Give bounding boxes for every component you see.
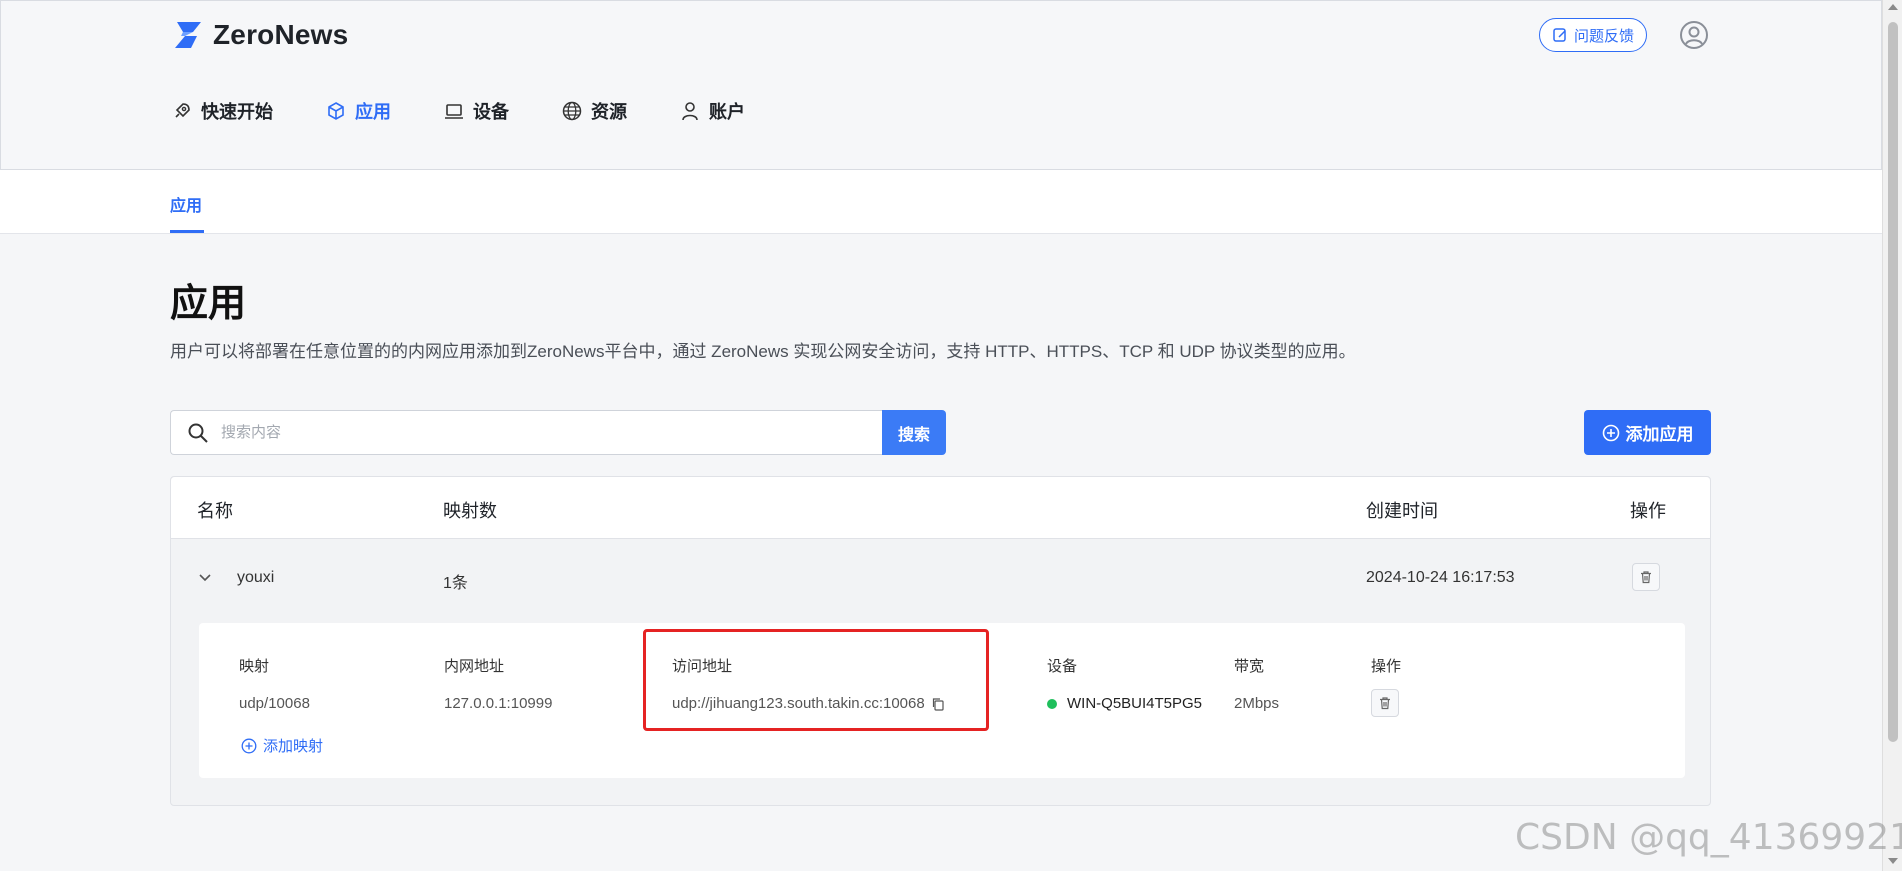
intranet-address: 127.0.0.1:10999 — [444, 695, 553, 712]
apps-table: 名称 映射数 创建时间 操作 youxi 1条 2024-10-24 16:17… — [170, 476, 1711, 806]
scroll-down-arrow-icon[interactable] — [1888, 858, 1898, 864]
add-app-label: 添加应用 — [1625, 425, 1694, 444]
tab-apps[interactable]: 应用 — [170, 192, 202, 216]
detail-col-access: 访问地址 — [672, 658, 733, 675]
detail-col-bandwidth: 带宽 — [1234, 658, 1265, 675]
detail-col-actions: 操作 — [1371, 658, 1402, 675]
nav-account[interactable]: 账户 — [679, 96, 745, 126]
nav-apps-label: 应用 — [355, 102, 391, 122]
scroll-thumb[interactable] — [1888, 22, 1898, 742]
col-actions: 操作 — [1630, 501, 1666, 521]
col-mappings[interactable]: 映射数 — [443, 497, 497, 523]
search-input[interactable] — [221, 424, 821, 441]
device-name[interactable]: WIN-Q5BUI4T5PG5 — [1067, 695, 1202, 712]
detail-col-intranet: 内网地址 — [444, 658, 505, 675]
trash-icon — [1641, 571, 1651, 584]
col-created[interactable]: 创建时间 — [1366, 497, 1438, 523]
nav-resources-label: 资源 — [591, 102, 627, 122]
app-created-time: 2024-10-24 16:17:53 — [1366, 569, 1515, 586]
csdn-watermark: CSDN @qq_41369921 — [1515, 817, 1902, 858]
detail-col-device: 设备 — [1047, 658, 1078, 675]
plus-circle-icon — [241, 738, 257, 753]
page-description: 用户可以将部署在任意位置的的内网应用添加到ZeroNews平台中，通过 Zero… — [170, 342, 1356, 361]
col-name[interactable]: 名称 — [197, 497, 233, 523]
mapping-protocol-port: udp/10068 — [239, 695, 310, 712]
user-avatar-icon[interactable] — [1679, 20, 1709, 50]
person-icon — [682, 102, 698, 121]
online-status-dot — [1047, 699, 1057, 710]
chevron-down-icon[interactable] — [197, 570, 213, 586]
nav-devices[interactable]: 设备 — [443, 96, 509, 126]
feedback-label: 问题反馈 — [1573, 27, 1634, 45]
page-title: 应用 — [170, 283, 247, 325]
rocket-icon — [175, 103, 190, 118]
tab-active-indicator — [170, 230, 204, 233]
vertical-scrollbar[interactable] — [1882, 0, 1902, 871]
bandwidth-value: 2Mbps — [1234, 695, 1280, 712]
brand-logo[interactable]: ZeroNews — [171, 19, 348, 51]
access-address-cell: udp://jihuang123.south.takin.cc:10068 — [672, 695, 945, 712]
access-address[interactable]: udp://jihuang123.south.takin.cc:10068 — [672, 695, 925, 712]
nav-devices-label: 设备 — [473, 102, 509, 122]
plus-circle-icon — [1602, 424, 1619, 441]
trash-icon — [1380, 697, 1390, 710]
mapping-detail-panel: 映射 内网地址 访问地址 设备 带宽 操作 udp/10068 127.0.0.… — [199, 623, 1685, 778]
zeronews-logo-icon — [175, 22, 201, 48]
delete-mapping-button[interactable] — [1371, 689, 1399, 717]
top-header: ZeroNews 问题反馈 快速开始 应用 设备 资源 账户 — [0, 0, 1882, 170]
main-nav: 快速开始 应用 设备 资源 账户 — [171, 96, 745, 126]
nav-apps[interactable]: 应用 — [325, 96, 391, 126]
scroll-up-arrow-icon[interactable] — [1888, 4, 1898, 10]
feedback-button[interactable]: 问题反馈 — [1539, 18, 1647, 52]
copy-icon[interactable] — [931, 697, 945, 711]
edit-note-icon — [1553, 28, 1566, 42]
add-app-button[interactable]: 添加应用 — [1584, 410, 1711, 455]
sub-nav: 应用 — [0, 170, 1882, 234]
nav-account-label: 账户 — [709, 102, 745, 122]
table-row[interactable]: youxi 1条 2024-10-24 16:17:53 — [171, 540, 1710, 620]
nav-quickstart[interactable]: 快速开始 — [171, 96, 273, 126]
search-icon — [188, 423, 208, 443]
search-button[interactable]: 搜索 — [882, 410, 946, 455]
search-field[interactable] — [170, 410, 882, 455]
add-mapping-button[interactable]: 添加映射 — [241, 735, 323, 756]
nav-resources[interactable]: 资源 — [561, 96, 627, 126]
device-cell: WIN-Q5BUI4T5PG5 — [1047, 695, 1202, 712]
search-bar: 搜索 — [170, 410, 946, 455]
globe-icon — [562, 101, 582, 121]
cube-icon — [328, 102, 344, 120]
nav-quickstart-label: 快速开始 — [201, 102, 273, 122]
add-mapping-label: 添加映射 — [263, 738, 324, 755]
app-mapping-count: 1条 — [443, 575, 468, 592]
laptop-icon — [445, 104, 463, 119]
table-header: 名称 映射数 创建时间 操作 — [171, 477, 1710, 539]
brand-name: ZeroNews — [213, 19, 349, 50]
delete-app-button[interactable] — [1632, 563, 1660, 591]
detail-col-mapping: 映射 — [239, 658, 270, 675]
app-name: youxi — [237, 569, 275, 586]
